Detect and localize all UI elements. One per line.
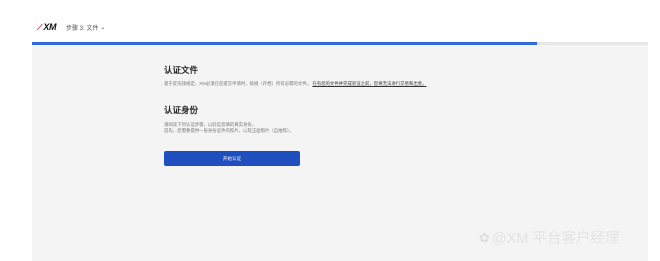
xm-logo-mark-icon: ⟋: [37, 23, 43, 32]
documents-intro-link[interactable]: 在有您的文件并完成验证之前，您将无法进行交易和出金。: [312, 81, 426, 86]
identity-line-2: 首先，您需要提供一张身份证件的照片，以及正面照片（自拍照）。: [164, 128, 294, 133]
chevron-down-icon: ⌄: [100, 25, 106, 31]
watermark: ✿ @XM 平台客户经理: [479, 227, 619, 248]
documents-intro: 基于反洗钱规定，XM必须在您提交申请时，按规（存档）所有必需的文件。 在有您的文…: [164, 81, 427, 87]
watermark-text: @XM 平台客户经理: [491, 231, 620, 247]
identity-title: 认证身份: [164, 105, 199, 115]
top-bar: ⟋XM 步骤 3: 文件 ⌄: [0, 0, 660, 42]
watermark-flower-icon: ✿: [479, 229, 490, 245]
xm-logo-text: XM: [43, 22, 57, 32]
identity-instructions: 请阅读下列认证步骤，以验证您填的真实身份。 首先，您需要提供一张身份证件的照片，…: [164, 122, 294, 134]
step-dropdown[interactable]: 步骤 3: 文件 ⌄: [66, 23, 105, 32]
xm-logo[interactable]: ⟋XM: [37, 22, 57, 33]
documents-title: 认证文件: [164, 65, 199, 75]
start-verification-button[interactable]: 开始认证: [164, 151, 300, 166]
step-label: 步骤 3: 文件: [66, 26, 99, 32]
documents-intro-text: 基于反洗钱规定，XM必须在您提交申请时，按规（存档）所有必需的文件。: [164, 81, 312, 86]
